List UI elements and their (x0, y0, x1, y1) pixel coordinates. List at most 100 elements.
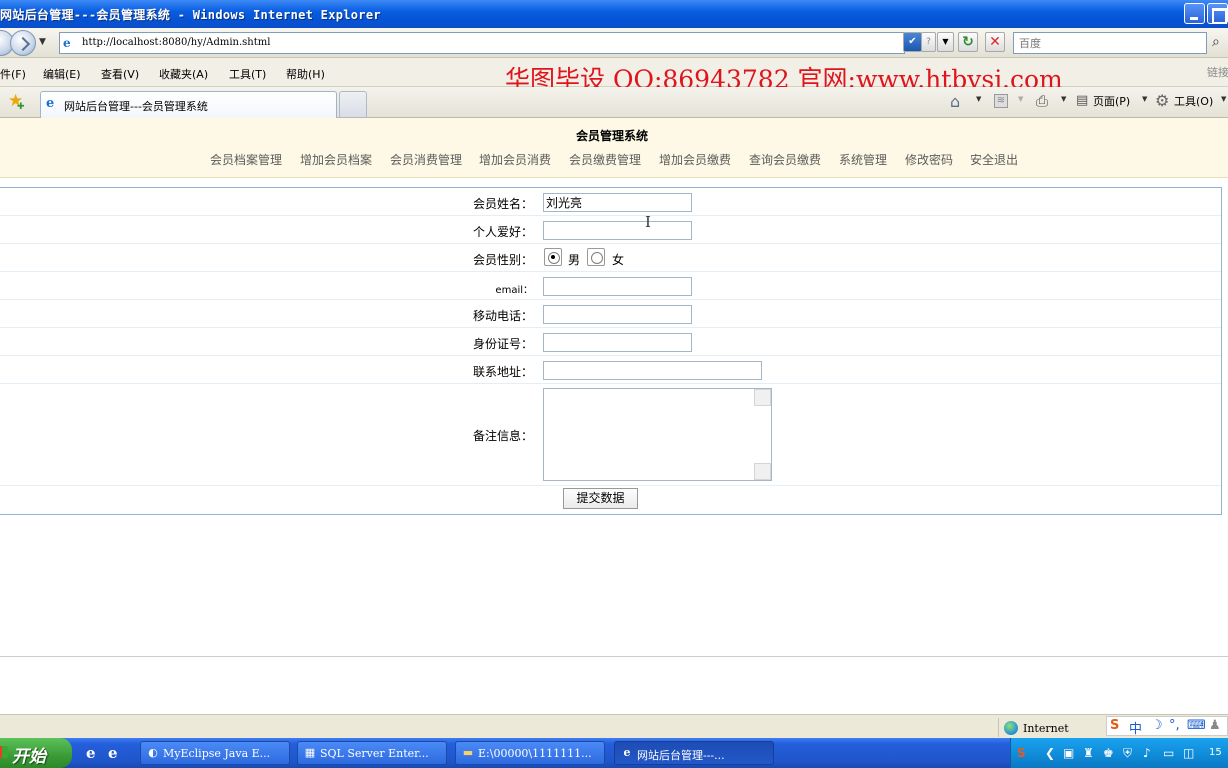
security-zone[interactable]: Internet (998, 718, 1108, 737)
quicklaunch-ie2-icon[interactable]: e (108, 744, 118, 762)
ie-page-icon: e (63, 36, 71, 50)
ime-toolbar[interactable]: S 中 ☽ °, ⌨ ♟ (1106, 716, 1228, 737)
email-label: email： (495, 285, 533, 296)
menu-file[interactable]: 件(F) (0, 66, 26, 82)
nav-query-payment[interactable]: 查询会员缴费 (749, 151, 821, 168)
nav-change-password[interactable]: 修改密码 (905, 151, 953, 168)
maximize-button[interactable] (1207, 3, 1228, 24)
system-tray: S ❮ ▣ ♜ ♚ ⛨ ♪ ▭ ◫ 15 (1010, 738, 1228, 768)
page-dropdown-icon[interactable]: ▼ (1142, 95, 1147, 103)
text-cursor-icon: I (645, 213, 651, 231)
task-label: MyEclipse Java E... (163, 747, 271, 760)
search-icon[interactable]: ⌕ (1212, 34, 1228, 52)
new-tab-button[interactable] (339, 91, 367, 118)
clock[interactable]: 15 (1209, 747, 1222, 758)
nav-add-member-record[interactable]: 增加会员档案 (300, 151, 372, 168)
mobile-label: 移动电话： (472, 309, 533, 323)
refresh-icon[interactable]: ↻ (958, 32, 978, 52)
ime-mode[interactable]: 中 (1129, 718, 1142, 737)
task-sqlserver[interactable]: ▦ SQL Server Enter... (297, 741, 447, 765)
textarea-scroll-up[interactable] (754, 389, 771, 406)
form-row-email: email： (0, 272, 1221, 300)
nav-add-consumption[interactable]: 增加会员消费 (479, 151, 551, 168)
keyboard-icon[interactable]: ⌨ (1187, 718, 1206, 733)
gender-male-radio[interactable] (544, 248, 562, 266)
form-row-hobby: 个人爱好： (0, 216, 1221, 244)
nav-add-payment[interactable]: 增加会员缴费 (659, 151, 731, 168)
links-label[interactable]: 链接 (1207, 64, 1228, 80)
home-icon[interactable]: ⌂ (950, 92, 960, 111)
divider (0, 656, 1228, 657)
remark-textarea[interactable] (543, 388, 772, 481)
windows-logo-icon (0, 746, 8, 758)
compatibility-view-icon[interactable]: ✔ (903, 32, 922, 52)
idcard-input[interactable] (543, 333, 692, 352)
nav-system-manage[interactable]: 系统管理 (839, 151, 887, 168)
address-input-field[interactable] (543, 361, 762, 380)
gender-female-radio[interactable] (587, 248, 605, 266)
taskbar: 开始 e e ◐ MyEclipse Java E... ▦ SQL Serve… (0, 738, 1228, 768)
mobile-input[interactable] (543, 305, 692, 324)
volume-tray-icon[interactable]: ♪ (1143, 746, 1151, 760)
hobby-input[interactable] (543, 221, 692, 240)
window-title-bar[interactable]: 网站后台管理---会员管理系统 - Windows Internet Explo… (0, 0, 1228, 28)
tools-dropdown-icon[interactable]: ▼ (1221, 95, 1226, 103)
moon-icon[interactable]: ☽ (1151, 718, 1163, 733)
textarea-scroll-down[interactable] (754, 463, 771, 480)
task-myeclipse[interactable]: ◐ MyEclipse Java E... (140, 741, 290, 765)
favorites-star-icon[interactable]: ★ (8, 93, 25, 117)
nav-member-records[interactable]: 会员档案管理 (210, 151, 282, 168)
print-dropdown-icon[interactable]: ▼ (1061, 95, 1066, 103)
nav-consumption-manage[interactable]: 会员消费管理 (390, 151, 462, 168)
menu-favorites[interactable]: 收藏夹(A) (159, 66, 208, 82)
device-tray-icon[interactable]: ◫ (1183, 746, 1194, 760)
minimize-button[interactable] (1184, 3, 1205, 24)
menu-view[interactable]: 查看(V) (101, 66, 139, 82)
nav-payment-manage[interactable]: 会员缴费管理 (569, 151, 641, 168)
forward-button[interactable] (10, 30, 36, 56)
email-input[interactable] (543, 277, 692, 296)
help-icon[interactable]: ? (921, 32, 936, 52)
shield-tray-icon[interactable]: ⛨ (1123, 746, 1132, 761)
address-input[interactable]: e http://localhost:8080/hy/Admin.shtml (59, 32, 905, 54)
tab-active[interactable]: e 网站后台管理---会员管理系统 (40, 91, 337, 118)
nav-logout[interactable]: 安全退出 (970, 151, 1018, 168)
task-explorer-folder[interactable]: ▬ E:\00000\1111111... (455, 741, 605, 765)
security-tray-icon[interactable]: ♜ (1083, 746, 1094, 760)
submit-button[interactable]: 提交数据 (563, 488, 638, 509)
menu-help[interactable]: 帮助(H) (286, 66, 325, 82)
history-dropdown-icon[interactable]: ▼ (39, 37, 46, 47)
print-icon[interactable]: ⎙ (1036, 92, 1048, 110)
tab-label: 网站后台管理---会员管理系统 (64, 100, 208, 113)
feeds-dropdown-icon[interactable]: ▼ (1018, 95, 1023, 103)
home-dropdown-icon[interactable]: ▼ (976, 95, 981, 103)
tools-menu[interactable]: 工具(O) (1174, 93, 1213, 109)
task-ie-window[interactable]: e 网站后台管理---... (614, 741, 774, 765)
search-input[interactable] (1014, 33, 1206, 53)
gender-label: 会员性别： (472, 253, 533, 267)
menu-edit[interactable]: 编辑(E) (43, 66, 81, 82)
menu-tools[interactable]: 工具(T) (229, 66, 266, 82)
globe-icon (1004, 721, 1018, 735)
start-button[interactable]: 开始 (0, 738, 72, 768)
site-title: 会员管理系统 (576, 129, 649, 143)
stop-icon[interactable]: ✕ (985, 32, 1005, 52)
idcard-label: 身份证号： (472, 337, 533, 351)
search-box[interactable] (1013, 32, 1207, 54)
quicklaunch-ie-icon[interactable]: e (86, 744, 96, 762)
im-tray-icon[interactable]: ♚ (1103, 746, 1114, 760)
page-menu[interactable]: 页面(P) (1093, 93, 1130, 109)
network-tray-icon[interactable]: ▣ (1063, 746, 1074, 760)
address-dropdown-icon[interactable]: ▼ (937, 32, 954, 52)
user-icon[interactable]: ♟ (1209, 718, 1221, 733)
punct-icon[interactable]: °, (1169, 718, 1180, 733)
form-row-gender: 会员性别： 男 女 (0, 244, 1221, 272)
tray-arrow-icon[interactable]: ❮ (1045, 746, 1055, 760)
feeds-icon[interactable]: ≋ (994, 94, 1008, 108)
start-label: 开始 (12, 747, 46, 767)
name-label: 会员姓名： (472, 197, 533, 211)
status-bar: Internet S 中 ☽ °, ⌨ ♟ (0, 714, 1228, 738)
sogou-tray-icon[interactable]: S (1017, 746, 1026, 760)
name-input[interactable] (543, 193, 692, 212)
display-tray-icon[interactable]: ▭ (1163, 746, 1174, 760)
